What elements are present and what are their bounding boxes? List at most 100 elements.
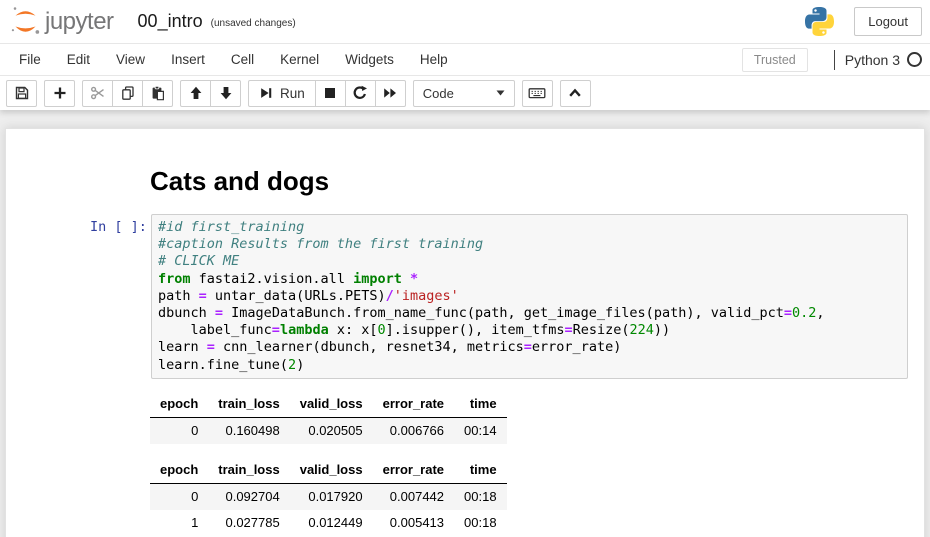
code-line[interactable]: #caption Results from the first training: [158, 236, 901, 253]
column-header-train_loss: train_loss: [208, 391, 289, 418]
markdown-heading[interactable]: Cats and dogs: [150, 166, 924, 197]
menu-file[interactable]: File: [6, 44, 54, 75]
move-down-icon: [218, 85, 234, 101]
toolbar-group-move: [180, 80, 241, 107]
toolbar-group-save: [6, 80, 37, 107]
column-header-epoch: epoch: [150, 457, 208, 484]
notebook-container: Cats and dogs In [ ]: #id first_training…: [5, 128, 925, 537]
jupyter-wordmark: jupyter: [45, 10, 114, 37]
step-forward-icon: [259, 86, 273, 100]
header-bar: jupyter 00_intro (unsaved changes) Logou…: [0, 0, 930, 44]
toolbar: Run Code: [0, 76, 930, 110]
table-cell: 0: [150, 483, 208, 510]
table-row: 00.0927040.0179200.00744200:18: [150, 483, 507, 510]
output-area: epochtrain_lossvalid_losserror_ratetime0…: [150, 391, 908, 537]
column-header-error_rate: error_rate: [373, 391, 454, 418]
kernel-idle-icon: [907, 52, 922, 67]
cell-type-select[interactable]: Code: [413, 80, 515, 107]
code-line[interactable]: #id first_training: [158, 219, 901, 236]
code-line[interactable]: learn = cnn_learner(dbunch, resnet34, me…: [158, 339, 901, 356]
command-palette-button[interactable]: [522, 80, 553, 107]
table-cell: 0.017920: [290, 483, 373, 510]
python-logo-icon: [805, 7, 834, 36]
table-cell: 0.006766: [373, 417, 454, 444]
column-header-error_rate: error_rate: [373, 457, 454, 484]
code-cell: In [ ]: #id first_training#caption Resul…: [6, 214, 908, 379]
training-results-table-2: epochtrain_lossvalid_losserror_ratetime0…: [150, 457, 507, 536]
celltype-caret-icon: [496, 90, 505, 96]
copy-cell-button[interactable]: [112, 80, 143, 107]
table-cell: 0.092704: [208, 483, 289, 510]
menu-widgets[interactable]: Widgets: [332, 44, 407, 75]
paste-cell-button[interactable]: [142, 80, 173, 107]
column-header-epoch: epoch: [150, 391, 208, 418]
restart-run-all-button[interactable]: [375, 80, 406, 107]
paste-icon: [150, 85, 166, 101]
restart-kernel-icon: [352, 85, 368, 101]
training-results-table-1: epochtrain_lossvalid_losserror_ratetime0…: [150, 391, 507, 444]
menu-kernel[interactable]: Kernel: [267, 44, 332, 75]
checkpoint-status: (unsaved changes): [211, 14, 296, 29]
table-cell: 1: [150, 510, 208, 536]
column-header-time: time: [454, 457, 507, 484]
chevron-up-icon: [567, 85, 583, 101]
add-cell-button[interactable]: [44, 80, 75, 107]
code-line[interactable]: label_func=lambda x: x[0].isupper(), ite…: [158, 322, 901, 339]
stop-icon: [322, 85, 338, 101]
kernel-name: Python 3: [845, 52, 900, 68]
menu-edit[interactable]: Edit: [54, 44, 103, 75]
jupyter-logo[interactable]: jupyter: [10, 6, 114, 37]
move-cell-up-button[interactable]: [180, 80, 211, 107]
cut-cell-button[interactable]: [82, 80, 113, 107]
toolbar-group-palette: [522, 80, 553, 107]
save-button[interactable]: [6, 80, 37, 107]
code-line[interactable]: # CLICK ME: [158, 253, 901, 270]
table-cell: 0.007442: [373, 483, 454, 510]
table-cell: 00:14: [454, 417, 507, 444]
collapse-toolbar-button[interactable]: [560, 80, 591, 107]
table-cell: 00:18: [454, 510, 507, 536]
save-icon: [14, 85, 30, 101]
code-line[interactable]: path = untar_data(URLs.PETS)/'images': [158, 288, 901, 305]
interrupt-kernel-button[interactable]: [315, 80, 346, 107]
table-cell: 0.005413: [373, 510, 454, 536]
menu-cell[interactable]: Cell: [218, 44, 267, 75]
table-cell: 0.020505: [290, 417, 373, 444]
cell-type-value: Code: [423, 86, 496, 101]
add-cell-icon: [52, 85, 68, 101]
toolbar-group-run: Run: [248, 80, 406, 107]
trusted-badge[interactable]: Trusted: [742, 48, 808, 72]
column-header-train_loss: train_loss: [208, 457, 289, 484]
table-row: 10.0277850.0124490.00541300:18: [150, 510, 507, 536]
run-button[interactable]: Run: [248, 80, 316, 107]
code-line[interactable]: from fastai2.vision.all import *: [158, 271, 901, 288]
run-button-label: Run: [280, 86, 305, 101]
code-editor[interactable]: #id first_training#caption Results from …: [151, 214, 908, 379]
column-header-valid_loss: valid_loss: [290, 391, 373, 418]
input-prompt: In [ ]:: [90, 214, 151, 235]
logout-button[interactable]: Logout: [854, 7, 922, 36]
menu-help[interactable]: Help: [407, 44, 461, 75]
notebook-title[interactable]: 00_intro: [138, 11, 203, 32]
menubar-items: FileEditViewInsertCellKernelWidgetsHelp: [6, 44, 461, 75]
kernel-divider: [834, 50, 835, 70]
menubar: FileEditViewInsertCellKernelWidgetsHelp …: [0, 44, 930, 76]
move-up-icon: [188, 85, 204, 101]
app-header: jupyter 00_intro (unsaved changes) Logou…: [0, 0, 930, 110]
toolbar-group-collapse: [560, 80, 591, 107]
keyboard-icon: [528, 85, 546, 101]
code-line[interactable]: dbunch = ImageDataBunch.from_name_func(p…: [158, 305, 901, 322]
column-header-valid_loss: valid_loss: [290, 457, 373, 484]
toolbar-group-edit: [82, 80, 173, 107]
cut-icon: [90, 85, 106, 101]
table-cell: 0.160498: [208, 417, 289, 444]
move-cell-down-button[interactable]: [210, 80, 241, 107]
menu-insert[interactable]: Insert: [158, 44, 218, 75]
table-row: 00.1604980.0205050.00676600:14: [150, 417, 507, 444]
code-line[interactable]: learn.fine_tune(2): [158, 357, 901, 374]
menu-view[interactable]: View: [103, 44, 158, 75]
restart-run-all-icon: [382, 85, 398, 101]
column-header-time: time: [454, 391, 507, 418]
restart-kernel-button[interactable]: [345, 80, 376, 107]
table-cell: 00:18: [454, 483, 507, 510]
